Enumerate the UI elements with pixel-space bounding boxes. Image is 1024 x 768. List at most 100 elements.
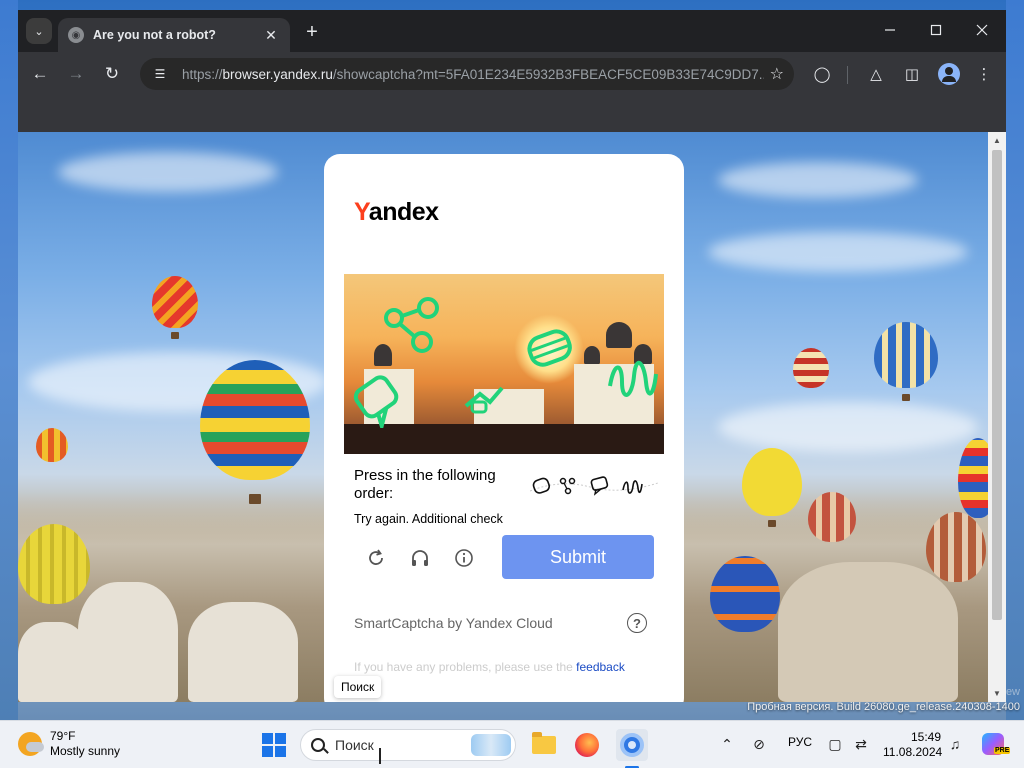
search-placeholder: Поиск [335, 737, 374, 753]
cloud [708, 232, 968, 272]
captcha-brand: SmartCaptcha by Yandex Cloud [354, 615, 553, 631]
tab-bar: ⌄ ◉ Are you not a robot? ✕ + [18, 10, 1006, 52]
balloon [874, 322, 938, 388]
scroll-thumb[interactable] [992, 150, 1002, 620]
file-explorer-button[interactable] [528, 729, 560, 761]
site-settings-icon[interactable]: ☰ [150, 64, 170, 84]
cloud [718, 162, 918, 198]
back-button[interactable]: ← [28, 62, 52, 86]
maximize-icon [930, 24, 942, 36]
wave-glyph[interactable] [604, 356, 660, 402]
desktop-background-left [0, 0, 18, 720]
rock-formation [78, 582, 178, 702]
taskbar-search[interactable]: Поиск [300, 729, 516, 761]
browser-app-icon [620, 733, 644, 757]
tab-search-dropdown[interactable]: ⌄ [26, 18, 52, 44]
balloon [710, 556, 780, 632]
toolbar-divider [847, 66, 848, 84]
logo-rest: andex [368, 198, 439, 226]
captcha-card: Yandex Press in the following order: Try… [324, 154, 684, 702]
globe-icon: ◉ [68, 27, 84, 43]
scroll-down-arrow-icon[interactable]: ▼ [993, 689, 1001, 698]
firefox-button[interactable] [571, 729, 603, 761]
menu-kebab-icon[interactable]: ⋮ [972, 62, 996, 86]
rock-formation [188, 602, 298, 702]
language-indicator[interactable]: РУС [788, 735, 812, 749]
avatar-head [945, 67, 953, 75]
balloon [18, 524, 90, 604]
weather-text: 79°F Mostly sunny [50, 729, 120, 759]
bookmark-star-icon[interactable]: ☆ [770, 64, 784, 84]
info-icon [455, 549, 473, 567]
reload-icon: ↻ [104, 64, 120, 83]
audio-captcha-button[interactable] [408, 546, 432, 570]
side-panel-icon[interactable]: ◫ [900, 62, 924, 86]
disc-glyph[interactable] [524, 326, 576, 372]
page-scrollbar[interactable]: ▲ ▼ [988, 132, 1006, 702]
nodes-glyph-hint [559, 477, 576, 495]
yandex-logo: Yandex [354, 198, 439, 227]
minimize-button[interactable] [870, 16, 910, 44]
speech-bubble-glyph[interactable] [352, 370, 408, 428]
reload-button[interactable]: ↻ [100, 62, 124, 86]
new-tab-button[interactable]: + [300, 20, 324, 44]
church-dome [584, 346, 600, 364]
balloon [808, 492, 856, 542]
watermark-fragment: ew [1005, 686, 1020, 698]
bookmark-bar [18, 96, 1006, 132]
search-tooltip: Поиск [334, 676, 382, 698]
feedback-link[interactable]: feedback [576, 660, 625, 674]
search-highlight-image [471, 734, 511, 756]
close-window-button[interactable] [962, 16, 1002, 44]
order-hint-strip [530, 476, 658, 496]
submit-button[interactable]: Submit [502, 535, 654, 579]
balloon [152, 276, 198, 328]
extensions-icon[interactable]: ◯ [810, 62, 834, 86]
windows-logo-quad [275, 746, 286, 757]
weather-widget[interactable]: 79°F Mostly sunny [18, 729, 120, 759]
labs-flask-icon[interactable]: △ [864, 62, 888, 86]
folder-icon [532, 732, 556, 754]
scroll-up-arrow-icon[interactable]: ▲ [993, 136, 1001, 145]
close-tab-icon[interactable]: ✕ [262, 27, 280, 44]
system-clock[interactable]: 15:49 11.08.2024 [883, 730, 943, 760]
balloon [200, 360, 310, 480]
chevron-down-icon: ⌄ [34, 25, 44, 38]
problems-text: If you have any problems, please use the… [354, 660, 625, 674]
start-button[interactable] [262, 733, 286, 757]
info-button[interactable] [452, 546, 476, 570]
sun-cloud-icon [18, 732, 44, 756]
browser-app-button[interactable] [616, 729, 648, 761]
sync-icon[interactable]: ⇄ [852, 735, 870, 753]
pre-badge: PRE [994, 747, 1011, 754]
desktop-background-right [1006, 0, 1024, 720]
taskbar: 79°F Mostly sunny Поиск ⌃ ⊘ РУС ▢ ⇄ 15:4… [0, 720, 1024, 768]
clock-time: 15:49 [910, 730, 941, 744]
wave-glyph-hint [622, 480, 643, 494]
balloon [36, 428, 68, 462]
display-icon[interactable]: ▢ [826, 735, 844, 753]
forward-button[interactable]: → [64, 62, 88, 86]
windows-build-watermark: Пробная версия. Build 26080.ge_release.2… [747, 701, 1020, 713]
clock-date: 11.08.2024 [883, 745, 943, 759]
rock-formation [18, 622, 88, 702]
tab-active[interactable]: ◉ Are you not a robot? ✕ [58, 18, 290, 52]
profile-avatar-icon[interactable] [938, 63, 960, 85]
help-icon[interactable]: ? [627, 613, 647, 633]
nodes-glyph[interactable] [380, 296, 444, 356]
network-off-icon[interactable]: ⊘ [750, 735, 768, 753]
notification-bell-icon[interactable]: ♫ [946, 735, 964, 753]
headphones-icon [412, 550, 428, 566]
browser-toolbar: ← → ↻ ☰ https://browser.yandex.ru/showca… [18, 52, 1006, 96]
windows-logo-quad [262, 733, 273, 744]
captcha-image[interactable] [344, 274, 664, 454]
windows-logo-quad [275, 733, 286, 744]
chevron-up-icon[interactable]: ⌃ [718, 735, 736, 753]
captcha-instruction: Press in the following order: [354, 467, 496, 502]
address-bar[interactable]: ☰ https://browser.yandex.ru/showcaptcha?… [140, 58, 794, 90]
tool-glyph[interactable] [462, 382, 508, 418]
maximize-button[interactable] [916, 16, 956, 44]
refresh-button[interactable] [364, 546, 388, 570]
url-host: browser.yandex.ru [222, 66, 333, 82]
url-text: https://browser.yandex.ru/showcaptcha?mt… [182, 67, 764, 82]
